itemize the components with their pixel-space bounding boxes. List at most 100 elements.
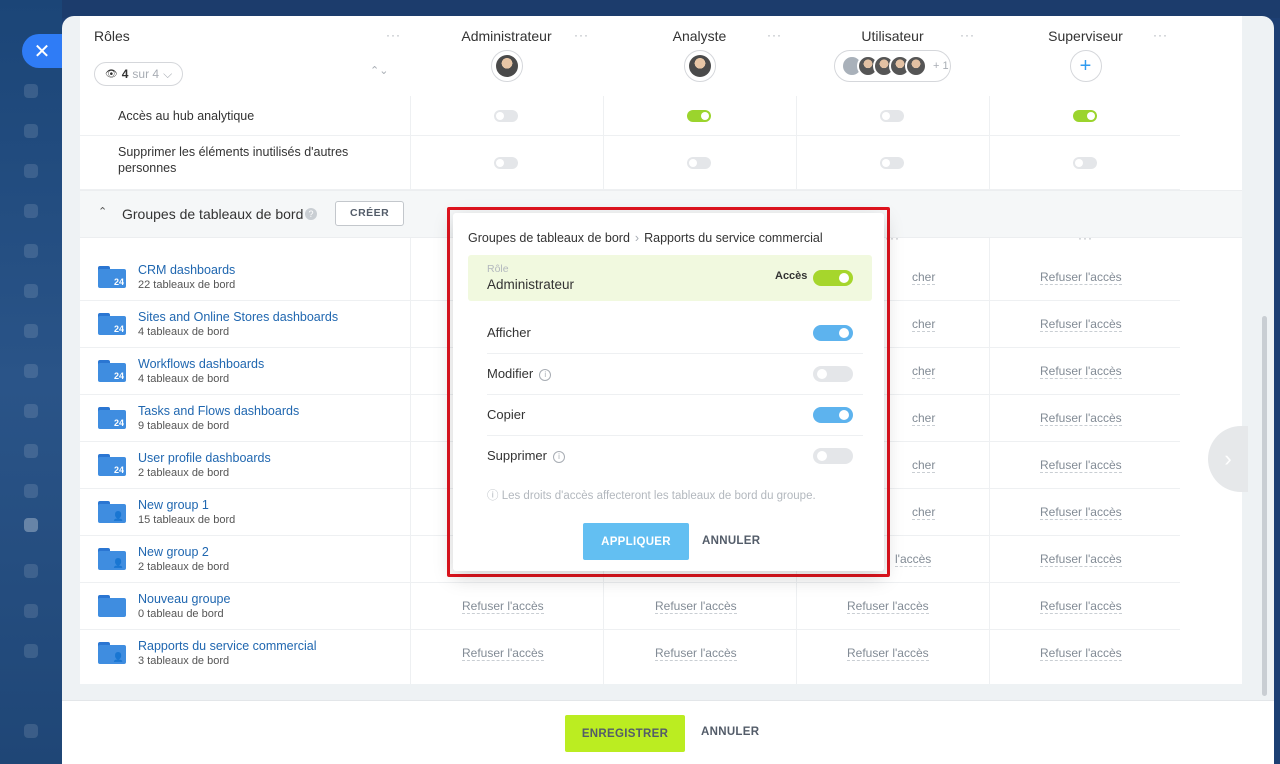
deny-access-link[interactable]: Refuser l'accès (655, 599, 737, 614)
role-menu-dots[interactable]: ··· (767, 28, 782, 42)
table-row: Nouveau groupe 0 tableau de bord Refuser… (80, 583, 1180, 630)
partial-view-access-link[interactable]: cher (912, 411, 936, 426)
copier-toggle[interactable] (813, 407, 853, 423)
option-supprimer: Supprimer i (487, 436, 863, 477)
group-name-link[interactable]: Nouveau groupe (138, 592, 230, 606)
group-name-link[interactable]: Tasks and Flows dashboards (138, 404, 299, 418)
group-name-link[interactable]: Sites and Online Stores dashboards (138, 310, 338, 324)
partial-view-access-link[interactable]: cher (912, 364, 936, 379)
avatar[interactable] (490, 50, 523, 82)
eye-icon: 👁 (105, 68, 118, 80)
modifier-toggle[interactable] (813, 366, 853, 382)
role-access-box: Rôle Administrateur Accès (468, 255, 872, 301)
permission-toggle[interactable] (880, 157, 904, 169)
deny-access-link[interactable]: Refuser l'accès (847, 599, 929, 614)
role-menu-dots[interactable]: ··· (960, 28, 975, 42)
column-menu-dots[interactable]: ··· (1078, 231, 1093, 245)
partial-view-access-link[interactable]: cher (912, 505, 936, 520)
sidebar-icon (24, 124, 38, 138)
group-name-link[interactable]: CRM dashboards (138, 263, 235, 277)
folder-icon: 👤 (98, 548, 126, 570)
roles-menu-dots[interactable]: ··· (386, 28, 401, 42)
access-toggle[interactable] (813, 270, 853, 286)
help-icon[interactable]: ? (305, 208, 317, 220)
role-counter-filter[interactable]: 👁 4 sur 4 ⌵ (94, 62, 184, 86)
create-group-button[interactable]: CRÉER (335, 201, 405, 226)
apply-button[interactable]: APPLIQUER (583, 523, 689, 560)
scrollbar-thumb[interactable] (1262, 316, 1267, 696)
permission-toggle[interactable] (494, 157, 518, 169)
avatar (905, 55, 927, 77)
deny-access-link[interactable]: Refuser l'accès (1040, 364, 1122, 379)
supprimer-toggle[interactable] (813, 448, 853, 464)
partial-view-access-link[interactable]: cher (912, 270, 936, 285)
folder-icon: 👤 (98, 501, 126, 523)
breadcrumb: Groupes de tableaux de bord › Rapports du … (468, 231, 823, 245)
chevron-down-icon: ⌵ (163, 66, 173, 81)
sidebar-icon (24, 644, 38, 658)
breadcrumb-leaf: Rapports du service commercial (644, 231, 823, 245)
group-dashboard-count: 4 tableaux de bord (138, 326, 230, 338)
permission-row: Accès au hub analytique (80, 96, 1180, 136)
info-icon[interactable]: i (552, 451, 565, 463)
permission-toggle[interactable] (687, 110, 711, 122)
deny-access-link[interactable]: Refuser l'accès (1040, 552, 1122, 567)
role-menu-dots[interactable]: ··· (574, 28, 589, 42)
deny-access-link[interactable]: Refuser l'accès (1040, 317, 1122, 332)
chevron-up-icon[interactable]: ⌃ (98, 205, 112, 219)
group-dashboard-count: 4 tableaux de bord (138, 373, 230, 385)
partial-view-access-link[interactable]: cher (912, 458, 936, 473)
permission-toggle[interactable] (880, 110, 904, 122)
popup-cancel-button[interactable]: ANNULER (702, 535, 760, 547)
permission-toggle[interactable] (1073, 110, 1097, 122)
close-slider-button[interactable]: ✕ (22, 34, 62, 68)
group-name-link[interactable]: Rapports du service commercial (138, 639, 317, 653)
group-dashboard-count: 9 tableaux de bord (138, 420, 230, 432)
role-column-analyste: Analyste ··· (603, 16, 796, 96)
folder-icon: 24 (98, 313, 126, 335)
save-button[interactable]: ENREGISTRER (565, 715, 685, 752)
role-field-label: Rôle (487, 263, 509, 275)
permission-toggle[interactable] (494, 110, 518, 122)
deny-access-link[interactable]: Refuser l'accès (847, 646, 929, 661)
deny-access-link[interactable]: Refuser l'accès (462, 646, 544, 661)
sidebar-icon (24, 484, 38, 498)
deny-access-link[interactable]: Refuser l'accès (1040, 599, 1122, 614)
permission-toggle[interactable] (1073, 157, 1097, 169)
deny-access-link[interactable]: Refuser l'accès (1040, 411, 1122, 426)
sidebar-icon (24, 364, 38, 378)
scrollbar[interactable] (1262, 96, 1268, 696)
sidebar-icon (24, 84, 38, 98)
footer-bar: ENREGISTRER ANNULER (62, 700, 1274, 764)
add-member-button[interactable]: + (1069, 50, 1102, 82)
avatar-group[interactable]: + 1 (834, 50, 951, 82)
option-afficher: Afficher (487, 313, 863, 354)
sidebar-icon (24, 404, 38, 418)
group-name-link[interactable]: New group 2 (138, 545, 209, 559)
group-name-link[interactable]: User profile dashboards (138, 451, 271, 465)
deny-access-link[interactable]: Refuser l'accès (1040, 458, 1122, 473)
group-name-link[interactable]: Workflows dashboards (138, 357, 264, 371)
sidebar-icon (24, 284, 38, 298)
access-settings-popup: Groupes de tableaux de bord › Rapports du … (453, 213, 884, 571)
permission-toggle[interactable] (687, 157, 711, 169)
option-label-wrap: Modifier i (487, 366, 552, 381)
group-name-link[interactable]: New group 1 (138, 498, 209, 512)
deny-access-link[interactable]: Refuser l'accès (1040, 646, 1122, 661)
group-dashboard-count: 3 tableaux de bord (138, 655, 230, 667)
option-label: Afficher (487, 325, 531, 340)
expand-collapse-icon[interactable]: ⌃⌄ (370, 64, 388, 77)
folder-icon: 24 (98, 407, 126, 429)
deny-access-link[interactable]: Refuser l'accès (655, 646, 737, 661)
deny-access-link[interactable]: Refuser l'accès (1040, 505, 1122, 520)
role-count: 4 (121, 67, 129, 81)
partial-view-access-link[interactable]: cher (912, 317, 936, 332)
afficher-toggle[interactable] (813, 325, 853, 341)
avatar[interactable] (683, 50, 716, 82)
cancel-button[interactable]: ANNULER (701, 726, 759, 738)
deny-access-link[interactable]: Refuser l'accès (462, 599, 544, 614)
partial-deny-access-link[interactable]: l'accès (895, 552, 932, 567)
info-icon[interactable]: i (539, 369, 552, 381)
role-menu-dots[interactable]: ··· (1153, 28, 1168, 42)
deny-access-link[interactable]: Refuser l'accès (1040, 270, 1122, 285)
